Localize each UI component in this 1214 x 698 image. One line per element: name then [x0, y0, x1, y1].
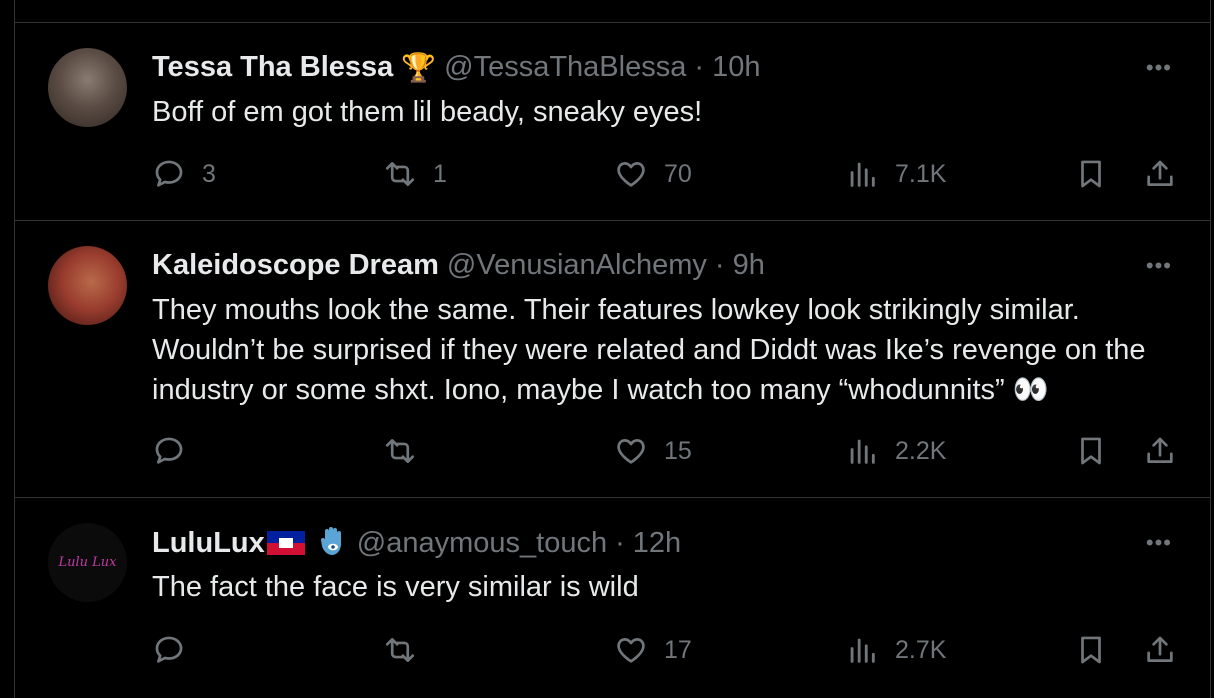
views-icon: [850, 638, 875, 663]
hamsa-icon: [320, 527, 341, 555]
avatar[interactable]: [48, 246, 127, 325]
views-button[interactable]: 7.1K: [845, 157, 946, 191]
trophy-icon: 🏆: [401, 52, 437, 83]
views-icon: [850, 439, 875, 464]
share-button[interactable]: [1143, 157, 1177, 191]
handle[interactable]: @VenusianAlchemy: [447, 249, 707, 282]
timestamp[interactable]: · 9h: [715, 249, 765, 282]
reply-button[interactable]: 3: [152, 157, 216, 191]
avatar[interactable]: Lulu Lux: [48, 523, 127, 602]
tweet-header: Tessa Tha Blessa 🏆 @TessaThaBlessa · 10h: [152, 51, 760, 84]
like-button[interactable]: 15: [614, 434, 692, 468]
retweet-count: 1: [433, 159, 447, 188]
tweet-kaleidoscope[interactable]: Kaleidoscope Dream @VenusianAlchemy · 9h…: [15, 221, 1210, 497]
reply-button[interactable]: [152, 434, 202, 468]
more-icon[interactable]: •••: [1146, 253, 1172, 279]
display-name[interactable]: Tessa Tha Blessa: [152, 51, 393, 84]
more-icon[interactable]: •••: [1146, 55, 1172, 81]
action-bar: 15 2.2K: [152, 434, 1174, 474]
reply-timeline: Tessa Tha Blessa 🏆 @TessaThaBlessa · 10h…: [14, 0, 1211, 698]
bookmark-button[interactable]: [1074, 633, 1108, 667]
bookmark-icon: [1081, 636, 1101, 664]
bookmark-icon: [1081, 437, 1101, 465]
bookmark-icon: [1081, 160, 1101, 188]
timestamp[interactable]: · 12h: [615, 527, 681, 560]
tweet-text: Boff of em got them lil beady, sneaky ey…: [152, 96, 703, 128]
retweet-button[interactable]: [383, 434, 433, 468]
tweet-header: LuluLux @anaymous_touch · 12h: [152, 526, 681, 560]
more-icon[interactable]: •••: [1146, 530, 1172, 556]
views-button[interactable]: 2.2K: [845, 434, 946, 468]
like-button[interactable]: 70: [614, 157, 692, 191]
share-button[interactable]: [1143, 434, 1177, 468]
bookmark-button[interactable]: [1074, 434, 1108, 468]
handle[interactable]: @anaymous_touch: [357, 527, 607, 560]
retweet-button[interactable]: [383, 633, 433, 667]
tweet-tessa[interactable]: Tessa Tha Blessa 🏆 @TessaThaBlessa · 10h…: [15, 23, 1210, 220]
view-count: 2.2K: [895, 436, 947, 465]
view-count: 7.1K: [895, 159, 947, 188]
display-name[interactable]: Kaleidoscope Dream: [152, 249, 439, 282]
views-icon: [850, 162, 875, 187]
retweet-button[interactable]: 1: [383, 157, 447, 191]
display-name[interactable]: LuluLux: [152, 527, 265, 560]
reply-icon: [155, 437, 183, 464]
avatar-logo-text: Lulu Lux: [58, 555, 117, 570]
retweet-icon: [385, 638, 415, 662]
timestamp[interactable]: · 10h: [694, 51, 760, 84]
views-button[interactable]: 2.7K: [845, 633, 946, 667]
like-button[interactable]: 17: [614, 633, 692, 667]
share-icon: [1147, 636, 1173, 662]
share-icon: [1147, 160, 1173, 186]
like-count: 70: [664, 159, 692, 188]
haiti-flag-icon: [266, 531, 305, 555]
retweet-icon: [385, 439, 415, 463]
bookmark-button[interactable]: [1074, 157, 1108, 191]
reply-button[interactable]: [152, 633, 202, 667]
like-icon: [617, 439, 645, 464]
view-count: 2.7K: [895, 635, 947, 664]
tweet-text: The fact the face is very similar is wil…: [152, 571, 639, 603]
action-bar: 17 2.7K: [152, 633, 1174, 673]
reply-icon: [155, 160, 183, 187]
share-icon: [1147, 437, 1173, 463]
reply-count: 3: [202, 159, 216, 188]
tweet-lululux[interactable]: Lulu Lux LuluLux @anaymous_touch · 12h •…: [15, 498, 1210, 698]
share-button[interactable]: [1143, 633, 1177, 667]
like-icon: [617, 638, 645, 663]
avatar[interactable]: [48, 48, 127, 127]
action-bar: 3 1 70 7.1K: [152, 157, 1174, 197]
reply-icon: [155, 636, 183, 663]
like-count: 15: [664, 436, 692, 465]
like-icon: [617, 162, 645, 187]
handle[interactable]: @TessaThaBlessa: [444, 51, 686, 84]
tweet-text: They mouths look the same. Their feature…: [152, 294, 1146, 406]
tweet-header: Kaleidoscope Dream @VenusianAlchemy · 9h: [152, 249, 765, 282]
retweet-icon: [385, 162, 415, 186]
like-count: 17: [664, 635, 692, 664]
